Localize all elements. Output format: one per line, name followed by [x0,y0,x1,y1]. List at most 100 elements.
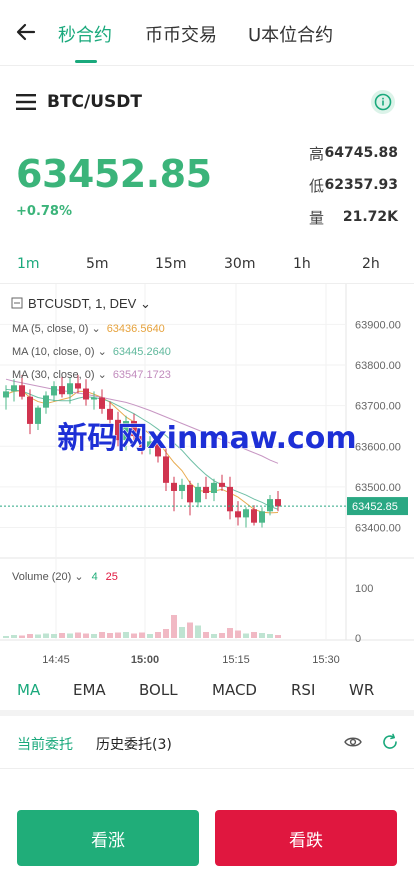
pair-symbol[interactable]: BTC/USDT [47,92,142,112]
indicator-wr[interactable]: WR [349,681,374,699]
ma-legend-value: 63436.5640 [107,323,165,335]
tab-usdt-futures[interactable]: U本位合约 [248,21,333,47]
volume-bar [75,632,81,638]
indicator-ema[interactable]: EMA [73,681,106,699]
volume-bar [99,632,105,638]
volume-bar [179,627,185,638]
time-tick-label: 15:30 [312,654,340,666]
interval-5m[interactable]: 5m [86,256,109,272]
candle-down [75,383,81,389]
kline-chart[interactable]: 63900.00 63800.00 63700.00 63600.00 63500.00… [0,284,414,674]
ma-legend-label: MA (30, close, 0) ⌄ [12,369,107,381]
volume-up-count: 4 [92,571,98,583]
top-nav: 秒合约 币币交易 U本位合约 [0,0,414,66]
volume-bar [267,634,273,638]
candle-down [59,386,65,395]
indicator-boll[interactable]: BOLL [139,681,178,699]
low-label: 低 [309,177,325,195]
volume-bar [3,636,9,638]
volume-bar [35,634,41,638]
candle-down [275,499,281,507]
interval-1h[interactable]: 1h [293,256,311,272]
volume-bar [155,632,161,638]
volume-bar [211,634,217,638]
current-price-label: 63452.85 [352,501,398,513]
volume-bar [147,634,153,638]
time-axis: 14:45 15:00 15:15 15:30 [42,654,340,666]
pair-header: BTC/USDT [0,66,414,136]
time-tick-label: 14:45 [42,654,70,666]
tab-current-orders[interactable]: 当前委托 [17,734,73,754]
candle-up [35,407,41,424]
candle-up [243,509,249,518]
price-change: +0.78% [16,204,72,219]
candle-down [235,511,241,518]
interval-15m[interactable]: 15m [155,256,186,272]
back-arrow-icon[interactable] [14,20,38,44]
volume-bar [195,625,201,638]
indicator-ma[interactable]: MA [17,681,40,699]
volume-bar [131,633,137,638]
menu-icon[interactable] [16,94,36,110]
buy-up-button[interactable]: 看涨 [17,810,199,866]
volume-bar [51,634,57,638]
price-tick-label: 63400.00 [355,523,401,535]
candle-up [267,499,273,512]
eye-icon[interactable] [344,734,362,750]
buy-down-button[interactable]: 看跌 [215,810,397,866]
candle-down [19,385,25,397]
candle-up [3,391,9,398]
volume-bar [203,632,209,638]
volume-bar [27,634,33,638]
tab-seconds-contract[interactable]: 秒合约 [58,21,112,47]
price-tick-label: 63600.00 [355,441,401,453]
price-axis: 63900.00 63800.00 63700.00 63600.00 63500.00… [355,319,401,645]
high-label: 高 [309,145,325,163]
volume-bar [163,629,169,638]
section-separator [0,710,414,716]
volume-bar [139,632,145,638]
price-tick-label: 63700.00 [355,401,401,413]
volume-bars [3,615,281,638]
volume-bar [171,615,177,638]
candle-down [251,509,257,523]
volume-legend-label: Volume (20) ⌄ [12,571,84,583]
volume-bar [243,633,249,638]
ma-legend-value: 63547.1723 [113,369,171,381]
price-overlay: 63452.85 新码网xinmaw.com [0,421,408,516]
candle-down [163,456,169,483]
indicator-rsi[interactable]: RSI [291,681,315,699]
time-tick-label: 15:00 [131,654,159,666]
interval-1m[interactable]: 1m [17,256,40,272]
candle-down [187,484,193,503]
volume-bar [107,633,113,638]
tab-order-history[interactable]: 历史委托(3) [96,734,172,754]
chart-grid [0,284,414,641]
candle-up [211,482,217,493]
refresh-icon[interactable] [381,733,399,751]
volume-bar [43,633,49,638]
volume-bar [91,634,97,638]
volume-down-count: 25 [106,571,118,583]
candle-up [67,383,73,395]
candle-down [219,482,225,487]
candle-up [195,486,201,503]
candle-up [91,397,97,400]
info-icon[interactable] [371,90,395,114]
interval-2h[interactable]: 2h [362,256,380,272]
volume-value: 21.72K [342,209,398,225]
volume-bar [275,635,281,638]
watermark: 新码网xinmaw.com [57,421,356,456]
tab-spot-trading[interactable]: 币币交易 [145,21,217,47]
chart-symbol-label: BTCUSDT, 1, DEV ⌄ [28,296,151,311]
interval-30m[interactable]: 30m [224,256,255,272]
volume-bar [235,630,241,638]
candle-up [179,484,185,491]
ma-legend-label: MA (10, close, 0) ⌄ [12,346,107,358]
indicator-macd[interactable]: MACD [212,681,257,699]
price-tick-label: 63900.00 [355,319,401,331]
active-tab-indicator [75,60,97,63]
candle-up [259,511,265,523]
candle-down [203,486,209,493]
volume-tick-label: 0 [355,633,361,645]
